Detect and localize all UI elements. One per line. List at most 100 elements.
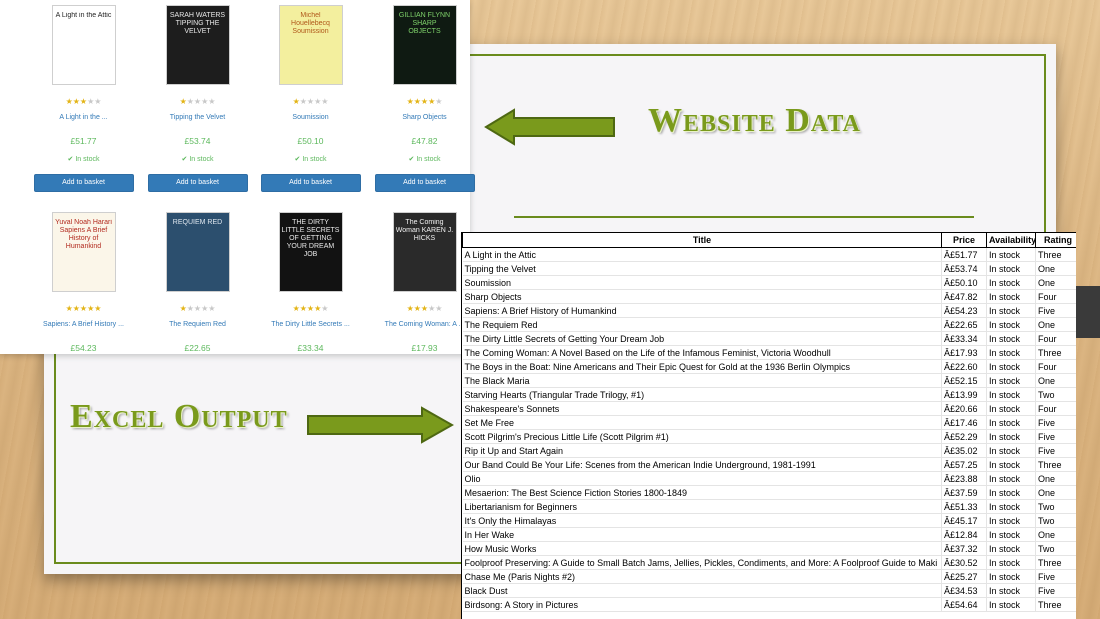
cell-title[interactable]: The Coming Woman: A Novel Based on the L…: [462, 345, 942, 360]
book-cover-image[interactable]: Yuval Noah Harari Sapiens A Brief Histor…: [51, 212, 116, 292]
cell-rating[interactable]: Five: [1035, 429, 1076, 444]
cell-availability[interactable]: In stock: [986, 275, 1036, 290]
cell-price[interactable]: Â£34.53: [941, 583, 987, 598]
cell-rating[interactable]: Three: [1035, 597, 1076, 612]
cell-title[interactable]: How Music Works: [462, 541, 942, 556]
cell-availability[interactable]: In stock: [986, 331, 1036, 346]
cell-price[interactable]: Â£52.15: [941, 373, 987, 388]
cell-rating[interactable]: Three: [1035, 345, 1076, 360]
header-availability[interactable]: Availability: [986, 232, 1036, 248]
cell-title[interactable]: Soumission: [462, 275, 942, 290]
book-cover-image[interactable]: A Light in the Attic: [51, 5, 116, 85]
cell-price[interactable]: Â£12.84: [941, 527, 987, 542]
book-title-link[interactable]: The Requiem Red: [141, 320, 254, 329]
cell-rating[interactable]: Four: [1035, 289, 1076, 304]
cell-rating[interactable]: Four: [1035, 401, 1076, 416]
book-title-link[interactable]: Tipping the Velvet: [141, 113, 254, 122]
cell-availability[interactable]: In stock: [986, 499, 1036, 514]
cell-title[interactable]: A Light in the Attic: [462, 247, 942, 262]
cell-rating[interactable]: One: [1035, 275, 1076, 290]
book-cover-image[interactable]: GILLIAN FLYNN SHARP OBJECTS: [392, 5, 457, 85]
cell-price[interactable]: Â£35.02: [941, 443, 987, 458]
book-title-link[interactable]: Sapiens: A Brief History ...: [27, 320, 140, 329]
cell-availability[interactable]: In stock: [986, 261, 1036, 276]
header-rating[interactable]: Rating: [1035, 232, 1076, 248]
cell-rating[interactable]: Five: [1035, 583, 1076, 598]
cell-availability[interactable]: In stock: [986, 597, 1036, 612]
cell-rating[interactable]: Five: [1035, 303, 1076, 318]
cell-title[interactable]: Sapiens: A Brief History of Humankind: [462, 303, 942, 318]
cell-availability[interactable]: In stock: [986, 471, 1036, 486]
cell-rating[interactable]: One: [1035, 261, 1076, 276]
cell-title[interactable]: Scott Pilgrim's Precious Little Life (Sc…: [462, 429, 942, 444]
cell-rating[interactable]: One: [1035, 471, 1076, 486]
cell-availability[interactable]: In stock: [986, 429, 1036, 444]
cell-availability[interactable]: In stock: [986, 401, 1036, 416]
cell-price[interactable]: Â£13.99: [941, 387, 987, 402]
cell-price[interactable]: Â£54.23: [941, 303, 987, 318]
book-title-link[interactable]: The Dirty Little Secrets ...: [254, 320, 367, 329]
cell-price[interactable]: Â£17.93: [941, 345, 987, 360]
cell-price[interactable]: Â£22.60: [941, 359, 987, 374]
cell-price[interactable]: Â£25.27: [941, 569, 987, 584]
cell-availability[interactable]: In stock: [986, 415, 1036, 430]
cell-rating[interactable]: Three: [1035, 555, 1076, 570]
cell-availability[interactable]: In stock: [986, 373, 1036, 388]
cell-price[interactable]: Â£20.66: [941, 401, 987, 416]
book-title-link[interactable]: A Light in the ...: [27, 113, 140, 122]
cell-availability[interactable]: In stock: [986, 527, 1036, 542]
cell-availability[interactable]: In stock: [986, 541, 1036, 556]
cell-availability[interactable]: In stock: [986, 289, 1036, 304]
cell-title[interactable]: Mesaerion: The Best Science Fiction Stor…: [462, 485, 942, 500]
cell-availability[interactable]: In stock: [986, 359, 1036, 374]
cell-availability[interactable]: In stock: [986, 247, 1036, 262]
cell-title[interactable]: Shakespeare's Sonnets: [462, 401, 942, 416]
cell-availability[interactable]: In stock: [986, 303, 1036, 318]
cell-rating[interactable]: Two: [1035, 541, 1076, 556]
cell-price[interactable]: Â£30.52: [941, 555, 987, 570]
cell-rating[interactable]: Two: [1035, 387, 1076, 402]
cell-rating[interactable]: Three: [1035, 247, 1076, 262]
cell-availability[interactable]: In stock: [986, 387, 1036, 402]
cell-title[interactable]: Starving Hearts (Triangular Trade Trilog…: [462, 387, 942, 402]
cell-rating[interactable]: Four: [1035, 331, 1076, 346]
cell-title[interactable]: Our Band Could Be Your Life: Scenes from…: [462, 457, 942, 472]
cell-title[interactable]: Set Me Free: [462, 415, 942, 430]
cell-availability[interactable]: In stock: [986, 513, 1036, 528]
cell-rating[interactable]: One: [1035, 527, 1076, 542]
cell-rating[interactable]: One: [1035, 317, 1076, 332]
cell-title[interactable]: Foolproof Preserving: A Guide to Small B…: [462, 555, 942, 570]
cell-title[interactable]: Black Dust: [462, 583, 942, 598]
add-to-basket-button[interactable]: Add to basket: [33, 174, 134, 192]
cell-title[interactable]: The Requiem Red: [462, 317, 942, 332]
book-cover-image[interactable]: Michel Houellebecq Soumission: [278, 5, 343, 85]
cell-rating[interactable]: Five: [1035, 443, 1076, 458]
cell-price[interactable]: Â£51.77: [941, 247, 987, 262]
cell-price[interactable]: Â£33.34: [941, 331, 987, 346]
cell-price[interactable]: Â£47.82: [941, 289, 987, 304]
cell-price[interactable]: Â£17.46: [941, 415, 987, 430]
cell-rating[interactable]: One: [1035, 485, 1076, 500]
cell-price[interactable]: Â£53.74: [941, 261, 987, 276]
cell-price[interactable]: Â£23.88: [941, 471, 987, 486]
cell-availability[interactable]: In stock: [986, 345, 1036, 360]
cell-title[interactable]: Sharp Objects: [462, 289, 942, 304]
cell-rating[interactable]: One: [1035, 373, 1076, 388]
cell-title[interactable]: The Black Maria: [462, 373, 942, 388]
cell-title[interactable]: Tipping the Velvet: [462, 261, 942, 276]
book-cover-image[interactable]: REQUIEM RED: [165, 212, 230, 292]
cell-title[interactable]: Birdsong: A Story in Pictures: [462, 597, 942, 612]
cell-price[interactable]: Â£50.10: [941, 275, 987, 290]
cell-title[interactable]: Chase Me (Paris Nights #2): [462, 569, 942, 584]
cell-title[interactable]: The Boys in the Boat: Nine Americans and…: [462, 359, 942, 374]
cell-rating[interactable]: Five: [1035, 415, 1076, 430]
cell-rating[interactable]: Two: [1035, 513, 1076, 528]
cell-availability[interactable]: In stock: [986, 485, 1036, 500]
cell-title[interactable]: It's Only the Himalayas: [462, 513, 942, 528]
cell-rating[interactable]: Three: [1035, 457, 1076, 472]
cell-rating[interactable]: Five: [1035, 569, 1076, 584]
book-title-link[interactable]: Sharp Objects: [368, 113, 481, 122]
cell-availability[interactable]: In stock: [986, 457, 1036, 472]
cell-price[interactable]: Â£45.17: [941, 513, 987, 528]
book-title-link[interactable]: Soumission: [254, 113, 367, 122]
